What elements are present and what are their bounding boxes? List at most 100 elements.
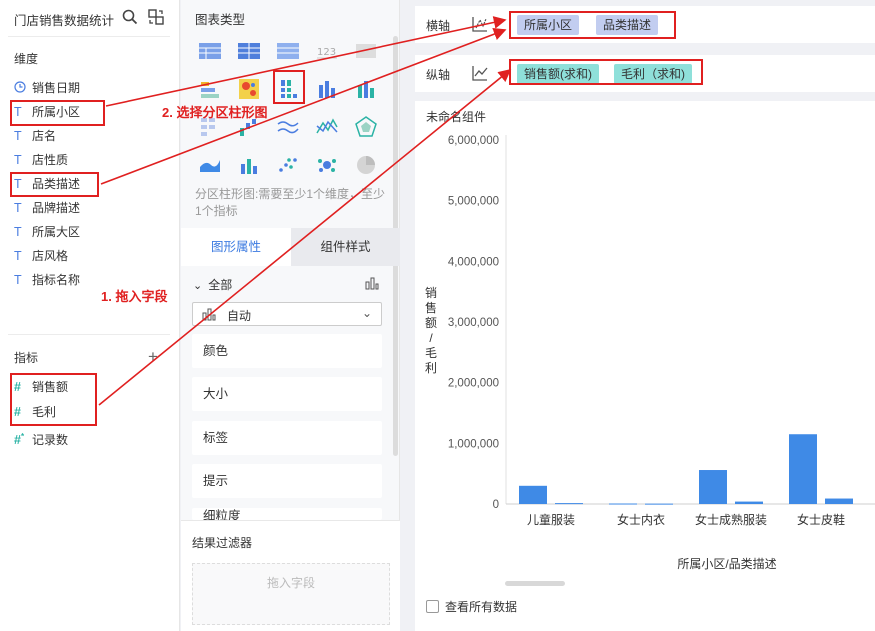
- y-tick-label: 1,000,000: [448, 438, 499, 450]
- chart-component: 未命名组件 0 1,000,000 2,000,000 3,000,000 4,000,…: [415, 101, 875, 631]
- view-all-data-checkbox[interactable]: 查看所有数据: [426, 598, 517, 615]
- y-title-char: 额: [425, 316, 437, 330]
- x-tick-label: 女士内衣: [617, 512, 665, 527]
- bubble-chart-icon[interactable]: [314, 152, 340, 178]
- bar-chart-icon: [365, 276, 379, 293]
- field-label: 所属小区: [32, 105, 81, 119]
- crosstab-chart-icon[interactable]: [236, 38, 262, 64]
- measure-field-sales[interactable]: # 销售额: [14, 376, 68, 398]
- x-tick-label: 女士成熟服装: [695, 512, 767, 527]
- chart-type-description: 分区柱形图:需要至少1个维度，至少1个指标: [195, 187, 386, 218]
- bar-2-1[interactable]: [735, 501, 763, 504]
- bar-3-1[interactable]: [825, 498, 853, 504]
- stacked-column-chart-icon[interactable]: [353, 76, 379, 102]
- scatter-chart-icon[interactable]: [275, 152, 301, 178]
- dimension-field-brand[interactable]: T 品牌描述: [14, 197, 80, 219]
- bar-1-1[interactable]: [645, 503, 673, 505]
- bar-2-0[interactable]: [699, 470, 727, 504]
- text-field-icon: T: [14, 105, 22, 119]
- chevron-down-icon: ⌄: [193, 280, 203, 292]
- all-series-label: 全部: [208, 278, 233, 292]
- x-field-pill-subdistrict[interactable]: 所属小区: [517, 15, 580, 35]
- field-label: 指标名称: [32, 273, 81, 287]
- text-widget-icon[interactable]: [353, 38, 379, 64]
- bar-0-1[interactable]: [555, 503, 583, 505]
- bar-chart-icon: [202, 307, 216, 321]
- y-tick-label: 0: [493, 499, 499, 511]
- heatmap-chart-icon[interactable]: [236, 76, 262, 102]
- y-title-char: 销: [425, 286, 437, 300]
- property-tooltip[interactable]: 提示: [192, 464, 382, 498]
- checkbox-icon: [426, 600, 439, 613]
- property-granularity[interactable]: 细粒度: [192, 508, 382, 520]
- chart-shape-select[interactable]: 自动 ⌄: [192, 302, 382, 326]
- bar-0-0[interactable]: [519, 485, 547, 504]
- area-chart-icon[interactable]: [197, 152, 223, 178]
- number-field-icon: #: [14, 380, 21, 394]
- dimension-field-sales-date[interactable]: 销售日期: [14, 77, 80, 99]
- y-title-char: 利: [425, 361, 437, 375]
- dimension-field-store-style[interactable]: T 店风格: [14, 245, 68, 267]
- x-tick-label: 儿童服装: [527, 512, 575, 527]
- y-axis-icon[interactable]: [470, 63, 490, 83]
- bar-3-0[interactable]: [789, 434, 817, 504]
- dimension-field-region[interactable]: T 所属大区: [14, 221, 80, 243]
- x-axis-shelf: 横轴 所属小区 品类描述: [415, 6, 875, 43]
- column-chart-icon[interactable]: [314, 76, 340, 102]
- line-chart-icon[interactable]: [314, 114, 340, 140]
- text-field-icon: T: [14, 201, 22, 215]
- add-measure-icon[interactable]: +: [148, 347, 158, 367]
- text-field-icon: T: [14, 177, 22, 191]
- x-axis-icon[interactable]: [470, 14, 490, 34]
- clock-icon: [14, 77, 32, 99]
- header-divider: [8, 36, 170, 37]
- y-title-char: 售: [425, 300, 437, 315]
- tab-shape-properties[interactable]: 图形属性: [181, 228, 291, 266]
- dimension-field-store-type[interactable]: T 店性质: [14, 149, 68, 171]
- dimension-field-category[interactable]: T 品类描述: [14, 173, 80, 195]
- switch-dataset-icon[interactable]: [147, 8, 165, 26]
- horizontal-scrollbar[interactable]: [505, 581, 565, 586]
- x-axis-title: 所属小区/品类描述: [677, 557, 776, 571]
- search-icon[interactable]: [121, 8, 139, 26]
- property-label[interactable]: 标签: [192, 421, 382, 455]
- y-tick-label: 2,000,000: [448, 378, 499, 390]
- svg-text:123: 123: [317, 47, 336, 58]
- grouped-bar-chart: 0 1,000,000 2,000,000 3,000,000 4,000,000 5,0…: [425, 135, 875, 571]
- annotation-step-1: 1. 拖入字段: [101, 289, 168, 304]
- grouped-bar-chart-icon[interactable]: [275, 76, 301, 102]
- measures-title: 指标: [14, 351, 39, 365]
- combo-chart-icon[interactable]: [236, 152, 262, 178]
- bar-1-0[interactable]: [609, 503, 637, 505]
- section-divider: [8, 334, 170, 335]
- y-axis-label: 纵轴: [426, 68, 451, 82]
- dataset-header: 门店销售数据统计: [0, 0, 180, 36]
- multi-line-chart-icon[interactable]: [275, 114, 301, 140]
- kpi-number-icon[interactable]: 123: [314, 38, 340, 64]
- y-tick-label: 4,000,000: [448, 256, 499, 268]
- multi-series-icon[interactable]: [197, 76, 223, 102]
- dimension-field-metric-name[interactable]: T 指标名称: [14, 269, 80, 291]
- all-series-toggle[interactable]: ⌄ 全部: [193, 276, 232, 293]
- dimension-field-subdistrict[interactable]: T 所属小区: [14, 101, 80, 123]
- field-label: 所属大区: [32, 225, 81, 239]
- property-size[interactable]: 大小: [192, 377, 382, 411]
- field-label: 销售日期: [32, 81, 81, 95]
- x-field-pill-category[interactable]: 品类描述: [596, 15, 659, 35]
- field-label: 毛利: [32, 405, 57, 419]
- detail-table-icon[interactable]: [275, 38, 301, 64]
- pie-chart-icon[interactable]: [353, 152, 379, 178]
- tab-component-style[interactable]: 组件样式: [291, 228, 400, 266]
- text-field-icon: T: [14, 129, 22, 143]
- property-color[interactable]: 颜色: [192, 334, 382, 368]
- y-field-pill-profit[interactable]: 毛利（求和): [614, 64, 692, 84]
- radar-chart-icon[interactable]: [353, 114, 379, 140]
- measure-field-record-count[interactable]: #* 记录数: [14, 426, 68, 448]
- table-chart-icon[interactable]: [197, 38, 223, 64]
- result-filter-title: 结果过滤器: [192, 536, 253, 550]
- filter-drop-zone[interactable]: 拖入字段: [192, 563, 390, 625]
- y-field-pill-sales[interactable]: 销售额(求和): [517, 64, 599, 84]
- dimension-field-store-name[interactable]: T 店名: [14, 125, 56, 147]
- measure-field-profit[interactable]: # 毛利: [14, 401, 56, 423]
- field-label: 店风格: [32, 249, 69, 263]
